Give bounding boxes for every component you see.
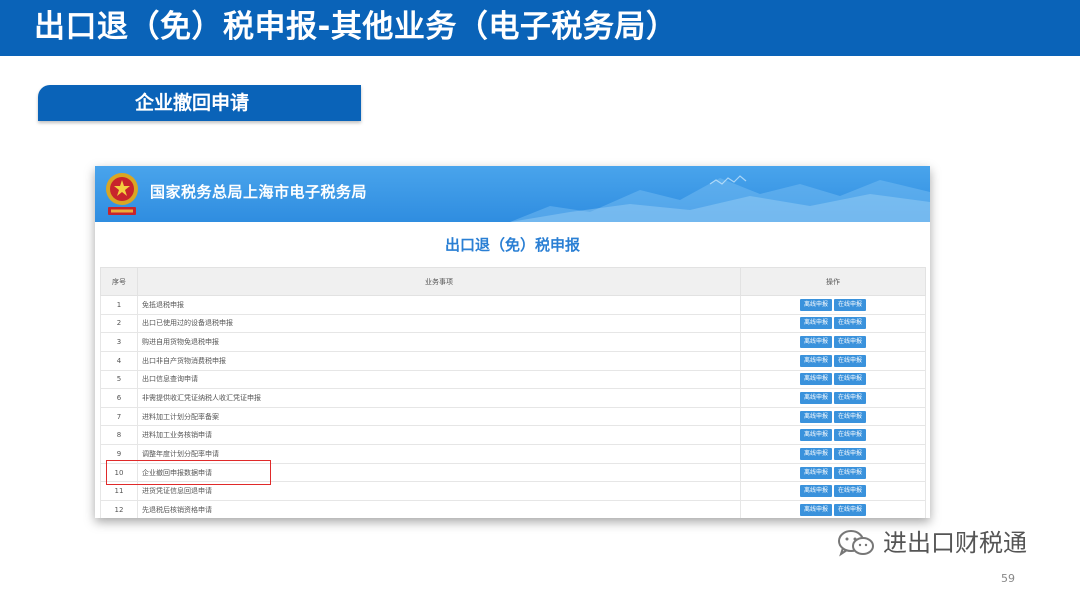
page-number: 59 [1001,572,1015,585]
online-declare-button[interactable]: 在线申报 [834,410,867,423]
row-item: 免抵退税申报 [137,295,741,315]
row-item: 出口非自产货物消费税申报 [137,350,741,371]
row-number: 3 [100,332,138,352]
offline-declare-button[interactable]: 离线申报 [799,336,832,349]
table-row: 12 先退税后核销资格申请 离线申报 在线申报 [100,500,926,518]
row-actions: 离线申报 在线申报 [740,500,926,518]
row-actions: 离线申报 在线申报 [740,444,926,464]
online-declare-button[interactable]: 在线申报 [834,485,867,498]
offline-declare-button[interactable]: 离线申报 [799,429,832,442]
section-tag: 企业撤回申请 [38,85,361,121]
row-item: 进料加工计划分配率备案 [137,406,741,427]
portal-banner: 国家税务总局上海市电子税务局 [95,166,930,222]
table-row: 6 非需提供收汇凭证纳税人收汇凭证申报 离线申报 在线申报 [100,388,926,408]
table-row: 8 进料加工业务核销申请 离线申报 在线申报 [100,425,926,446]
row-number: 1 [100,295,138,315]
online-declare-button[interactable]: 在线申报 [834,429,867,442]
header-seq: 序号 [100,267,138,296]
online-declare-button[interactable]: 在线申报 [834,466,867,479]
offline-declare-button[interactable]: 离线申报 [799,354,832,367]
online-declare-button[interactable]: 在线申报 [834,503,867,516]
offline-declare-button[interactable]: 离线申报 [799,466,832,479]
row-number: 12 [100,500,138,518]
row-actions: 离线申报 在线申报 [740,295,926,315]
offline-declare-button[interactable]: 离线申报 [799,503,832,516]
wechat-icon [838,530,874,557]
row-actions: 离线申报 在线申报 [740,332,926,352]
row-item: 购进自用货物免退税申报 [137,332,741,352]
watermark-text: 进出口财税通 [883,529,1027,557]
table-row: 4 出口非自产货物消费税申报 离线申报 在线申报 [100,350,926,371]
table-row: 7 进料加工计划分配率备案 离线申报 在线申报 [100,406,926,427]
row-actions: 离线申报 在线申报 [740,388,926,408]
row-item: 出口已使用过的设备退税申报 [137,313,741,334]
portal-page-heading: 出口退（免）税申报 [444,236,580,254]
offline-declare-button[interactable]: 离线申报 [799,485,832,498]
offline-declare-button[interactable]: 离线申报 [799,447,832,460]
row-actions: 离线申报 在线申报 [740,406,926,427]
online-declare-button[interactable]: 在线申报 [834,336,867,349]
highlight-box [106,460,271,485]
online-declare-button[interactable]: 在线申报 [834,373,867,386]
online-declare-button[interactable]: 在线申报 [834,298,867,311]
online-declare-button[interactable]: 在线申报 [834,392,867,405]
row-item: 进料加工业务核销申请 [137,425,741,446]
row-actions: 离线申报 在线申报 [740,425,926,446]
table-row: 2 出口已使用过的设备退税申报 离线申报 在线申报 [100,313,926,334]
offline-declare-button[interactable]: 离线申报 [799,373,832,386]
row-number: 8 [100,425,138,446]
mountains-decoration [510,175,930,222]
row-item: 出口信息查询申请 [137,369,741,390]
table-row: 3 购进自用货物免退税申报 离线申报 在线申报 [100,332,926,352]
table-row: 1 免抵退税申报 离线申报 在线申报 [100,295,926,315]
table-header-row: 序号 业务事项 操作 [100,267,926,296]
online-declare-button[interactable]: 在线申报 [834,354,867,367]
slide-header: 出口退（免）税申报-其他业务（电子税务局） [0,0,1080,56]
row-number: 5 [100,369,138,390]
slide-title: 出口退（免）税申报-其他业务（电子税务局） [34,9,678,45]
header-ops: 操作 [740,267,926,296]
portal-site-name: 国家税务总局上海市电子税务局 [150,183,368,201]
offline-declare-button[interactable]: 离线申报 [799,410,832,423]
row-number: 6 [100,388,138,408]
online-declare-button[interactable]: 在线申报 [834,317,867,330]
row-number: 4 [100,350,138,371]
row-number: 2 [100,313,138,334]
online-declare-button[interactable]: 在线申报 [834,447,867,460]
row-actions: 离线申报 在线申报 [740,313,926,334]
header-item: 业务事项 [137,267,741,296]
table-row: 5 出口信息查询申请 离线申报 在线申报 [100,369,926,390]
row-actions: 离线申报 在线申报 [740,462,926,483]
row-item: 非需提供收汇凭证纳税人收汇凭证申报 [137,388,741,408]
row-actions: 离线申报 在线申报 [740,369,926,390]
section-tag-label: 企业撤回申请 [135,92,250,114]
row-actions: 离线申报 在线申报 [740,350,926,371]
offline-declare-button[interactable]: 离线申报 [799,317,832,330]
row-number: 7 [100,406,138,427]
offline-declare-button[interactable]: 离线申报 [799,392,832,405]
row-actions: 离线申报 在线申报 [740,481,926,502]
offline-declare-button[interactable]: 离线申报 [799,298,832,311]
row-item: 先退税后核销资格申请 [137,500,741,518]
tax-emblem-icon [106,173,138,215]
